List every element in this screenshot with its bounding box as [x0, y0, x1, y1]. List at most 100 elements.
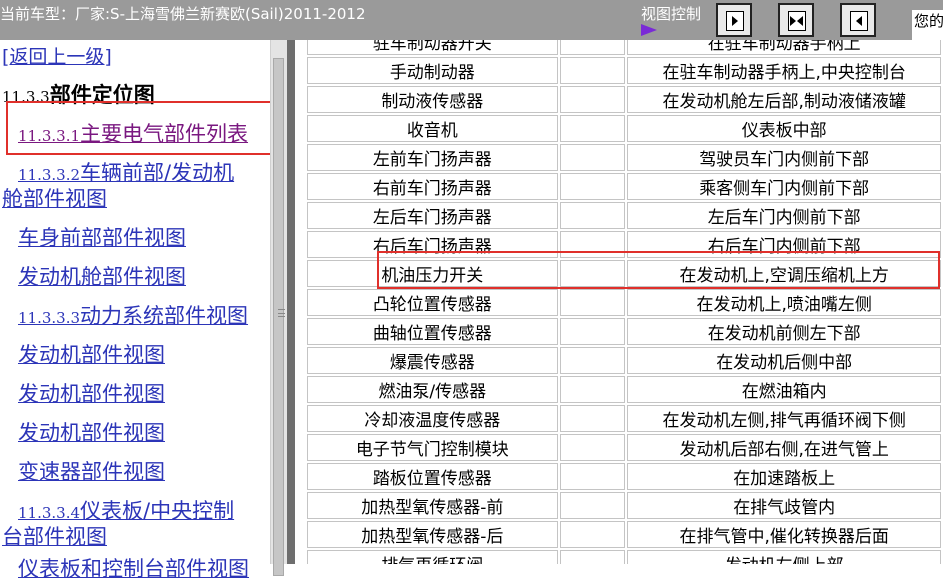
table-row: 排气再循环阀 发动机左侧上部 [307, 550, 941, 564]
nav-link-transmission[interactable]: 变速器部件视图 [18, 456, 165, 486]
part-name-cell: 冷却液温度传感器 [307, 405, 558, 432]
part-name-cell: 电子节气门控制模块 [307, 434, 558, 461]
table-row: 凸轮位置传感器 在发动机上,喷油嘴左侧 [307, 289, 941, 316]
part-name-cell: 加热型氧传感器-前 [307, 492, 558, 519]
nav-item-number: 11.3.3.3 [18, 309, 81, 327]
nav-item-label: 发动机部件视图 [18, 421, 165, 445]
part-name-cell: 爆震传感器 [307, 347, 558, 374]
nav-item-label: 变速器部件视图 [18, 460, 165, 484]
page-icon [850, 11, 868, 31]
table-row: 加热型氧传感器-后 在排气管中,催化转换器后面 [307, 521, 941, 548]
table-row: 冷却液温度传感器 在发动机左侧,排气再循环阀下侧 [307, 405, 941, 432]
page-icon [726, 11, 744, 31]
scrollbar-thumb[interactable] [273, 58, 285, 576]
empty-cell [559, 376, 626, 403]
empty-cell [559, 115, 626, 142]
pane-divider[interactable] [287, 40, 295, 564]
part-name-cell: 燃油泵/传感器 [307, 376, 558, 403]
part-location-cell: 在发动机左侧,排气再循环阀下侧 [627, 405, 941, 432]
empty-cell [559, 40, 626, 55]
highlight-box-nav [6, 101, 278, 155]
current-vehicle-label: 当前车型：厂家:S-上海雪佛兰新赛欧(Sail)2011-2012 [0, 5, 366, 23]
nav-link-engine-parts-3[interactable]: 发动机部件视图 [18, 417, 165, 447]
part-location-cell: 左后车门内侧前下部 [627, 202, 941, 229]
nav-item-label: 台部件视图 [2, 525, 107, 549]
nav-item-label: 发动机部件视图 [18, 343, 165, 367]
nav-link-engine-parts-1[interactable]: 发动机部件视图 [18, 339, 165, 369]
part-location-cell: 在发动机前侧左下部 [627, 318, 941, 345]
part-location-cell: 在驻车制动器手柄上,中央控制台 [627, 57, 941, 84]
arrow-right-icon [790, 16, 796, 26]
view-control-label: 视图控制 [641, 5, 702, 23]
nav-link-instrument-panel-cont[interactable]: 台部件视图 [2, 521, 107, 551]
empty-cell [559, 289, 626, 316]
parts-list-pane: 驻车制动器开关 在驻车制动器手柄上 手动制动器 在驻车制动器手柄上,中央控制台 制动液传… [295, 40, 943, 564]
part-name-cell: 排气再循环阀 [307, 550, 558, 564]
back-link[interactable]: [返回上一级] [2, 42, 112, 69]
nav-link-body-front[interactable]: 车身前部部件视图 [18, 222, 186, 252]
nav-item-label: 仪表板和控制台部件视图 [18, 557, 249, 581]
empty-cell [559, 463, 626, 490]
empty-cell [559, 173, 626, 200]
part-name-cell: 踏板位置传感器 [307, 463, 558, 490]
view-expand-right-button[interactable] [716, 3, 752, 37]
empty-cell [559, 521, 626, 548]
welcome-text: 您的 [912, 10, 943, 40]
arrow-right-icon [732, 16, 738, 26]
nav-item-label: 动力系统部件视图 [80, 304, 249, 328]
view-expand-left-button[interactable] [840, 3, 876, 37]
empty-cell [559, 405, 626, 432]
empty-cell [559, 434, 626, 461]
part-name-cell: 制动液传感器 [307, 86, 558, 113]
nav-link-engine-compartment[interactable]: 发动机舱部件视图 [18, 261, 186, 291]
part-name-cell: 手动制动器 [307, 57, 558, 84]
nav-item-label: 仪表板/中央控制 [80, 499, 235, 523]
view-split-button[interactable] [778, 3, 814, 37]
empty-cell [559, 550, 626, 564]
nav-link-engine-parts-2[interactable]: 发动机部件视图 [18, 378, 165, 408]
part-location-cell: 驾驶员车门内侧前下部 [627, 144, 941, 171]
part-location-cell: 在驻车制动器手柄上 [627, 40, 941, 55]
nav-link-vehicle-front-engine-cont[interactable]: 舱部件视图 [2, 183, 107, 213]
table-row: 曲轴位置传感器 在发动机前侧左下部 [307, 318, 941, 345]
nav-item-label: 舱部件视图 [2, 187, 107, 211]
table-row: 左前车门扬声器 驾驶员车门内侧前下部 [307, 144, 941, 171]
empty-cell [559, 347, 626, 374]
part-location-cell: 在燃油箱内 [627, 376, 941, 403]
part-location-cell: 发动机后部右侧,在进气管上 [627, 434, 941, 461]
part-name-cell: 曲轴位置传感器 [307, 318, 558, 345]
nav-link-powertrain[interactable]: 11.3.3.3动力系统部件视图 [18, 300, 248, 330]
table-row: 制动液传感器 在发动机舱左后部,制动液储液罐 [307, 86, 941, 113]
highlight-box-row [377, 251, 940, 289]
top-bar: 当前车型：厂家:S-上海雪佛兰新赛欧(Sail)2011-2012 视图控制 您… [0, 0, 943, 40]
table-row: 加热型氧传感器-前 在排气歧管内 [307, 492, 941, 519]
part-location-cell: 在发动机舱左后部,制动液储液罐 [627, 86, 941, 113]
empty-cell [559, 492, 626, 519]
table-row: 驻车制动器开关 在驻车制动器手柄上 [307, 40, 941, 55]
nav-item-number: 11.3.3.2 [18, 166, 81, 184]
nav-link-dashboard-console[interactable]: 仪表板和控制台部件视图 [18, 553, 249, 583]
table-row: 收音机 仪表板中部 [307, 115, 941, 142]
part-location-cell: 在发动机后侧中部 [627, 347, 941, 374]
part-name-cell: 凸轮位置传感器 [307, 289, 558, 316]
table-row: 右前车门扬声器 乘客侧车门内侧前下部 [307, 173, 941, 200]
empty-cell [559, 57, 626, 84]
nav-item-label: 车辆前部/发动机 [80, 161, 235, 185]
table-row: 左后车门扬声器 左后车门内侧前下部 [307, 202, 941, 229]
part-name-cell: 左前车门扬声器 [307, 144, 558, 171]
part-location-cell: 在加速踏板上 [627, 463, 941, 490]
empty-cell [559, 86, 626, 113]
empty-cell [559, 318, 626, 345]
table-row: 踏板位置传感器 在加速踏板上 [307, 463, 941, 490]
arrow-left-icon [856, 16, 862, 26]
part-location-cell: 在排气歧管内 [627, 492, 941, 519]
table-row: 燃油泵/传感器 在燃油箱内 [307, 376, 941, 403]
part-location-cell: 发动机左侧上部 [627, 550, 941, 564]
empty-cell [559, 144, 626, 171]
left-pane-scrollbar[interactable] [270, 40, 287, 576]
part-name-cell: 收音机 [307, 115, 558, 142]
view-control-arrow-icon [641, 24, 657, 36]
arrow-left-icon [797, 16, 803, 26]
part-location-cell: 乘客侧车门内侧前下部 [627, 173, 941, 200]
empty-cell [559, 202, 626, 229]
